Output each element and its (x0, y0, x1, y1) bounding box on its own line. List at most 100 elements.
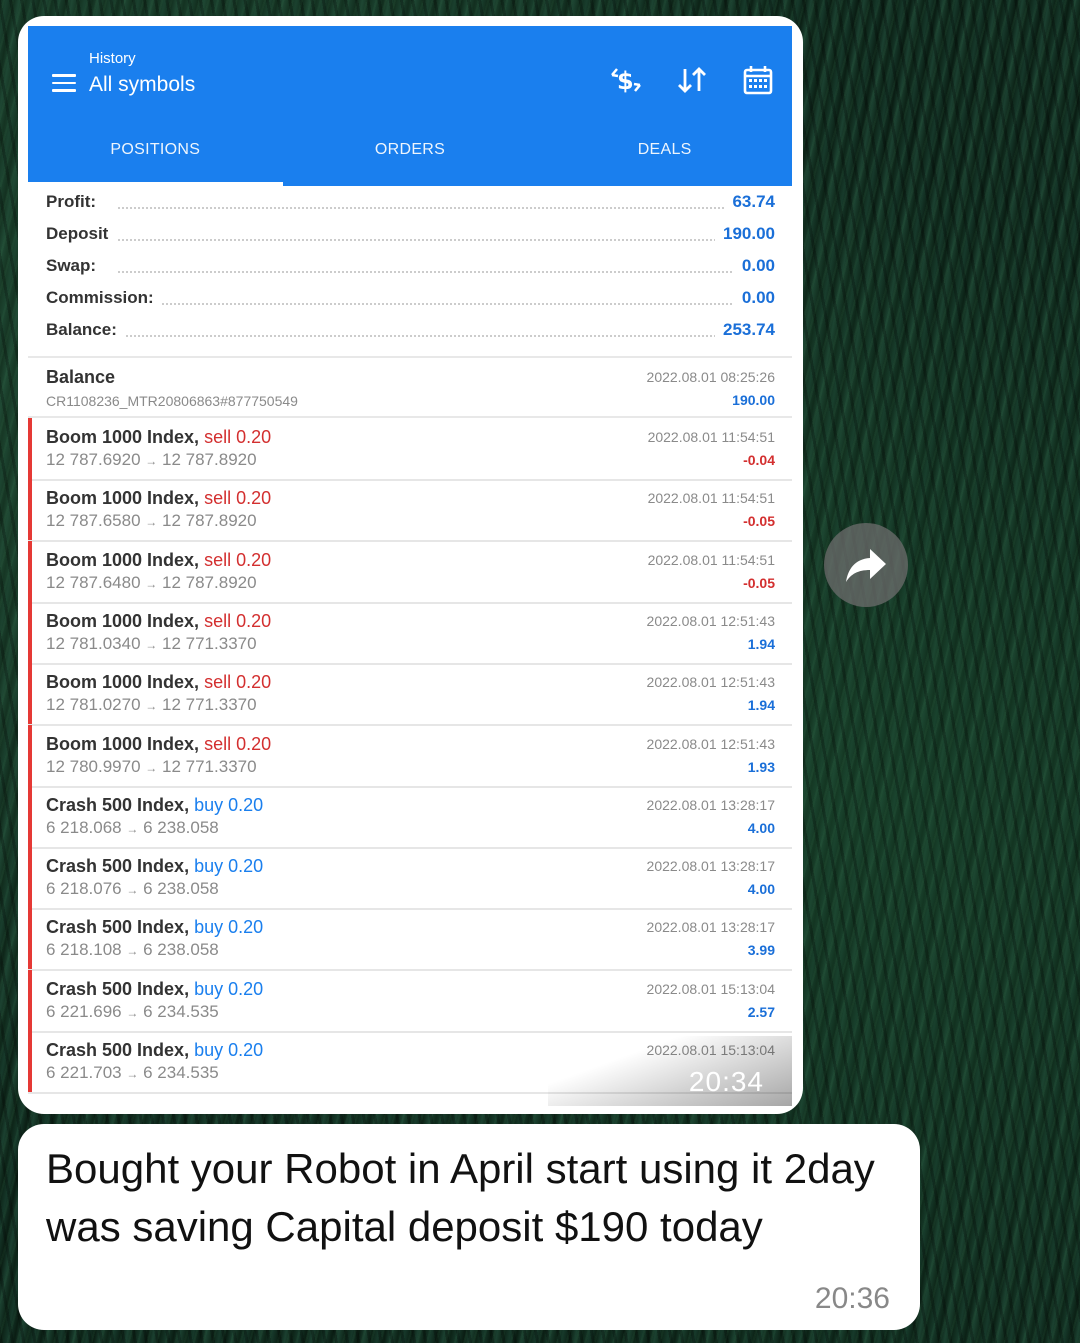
position-row[interactable]: Crash 500 Index, buy 0.20 6 218.068 → 6 2… (28, 785, 792, 849)
position-date: 2022.08.01 13:28:17 (646, 858, 775, 875)
position-profit: 3.99 (747, 942, 775, 959)
position-title: Boom 1000 Index, sell 0.20 (46, 427, 271, 448)
position-date: 2022.08.01 11:54:51 (647, 490, 775, 507)
position-side-bar (28, 847, 32, 909)
summary-value: 190.00 (715, 224, 775, 244)
position-title: Boom 1000 Index, sell 0.20 (46, 734, 271, 755)
arrow-right-icon: → (145, 699, 158, 714)
position-title: Boom 1000 Index, sell 0.20 (46, 611, 271, 632)
position-symbol: Crash 500 Index, (46, 917, 190, 938)
forward-button[interactable] (824, 523, 908, 607)
position-side-bar (28, 601, 32, 663)
position-date: 2022.08.01 13:28:17 (646, 919, 775, 936)
position-title: Boom 1000 Index, sell 0.20 (46, 488, 271, 509)
position-profit: -0.05 (743, 574, 775, 591)
arrow-right-icon: → (145, 576, 158, 591)
summary-profit: Profit: 63.74 (28, 192, 792, 224)
position-prices: 12 780.9970 → 12 771.3370 (46, 757, 257, 777)
position-prices: 6 218.108 → 6 238.058 (46, 940, 219, 960)
close-price: 6 238.058 (143, 879, 219, 899)
open-price: 12 781.0340 (46, 633, 141, 653)
close-price: 12 787.8920 (162, 572, 257, 592)
position-profit: 4.00 (747, 881, 775, 898)
balance-entry-date: 2022.08.01 08:25:26 (646, 369, 775, 385)
position-side: sell 0.20 (204, 610, 272, 631)
account-summary: Profit: 63.74 Deposit 190.00 Swap: 0.00 Com… (28, 192, 792, 352)
position-symbol: Boom 1000 Index, (46, 733, 200, 754)
summary-label: Deposit (46, 224, 117, 244)
position-row[interactable]: Boom 1000 Index, sell 0.20 12 781.0270 → … (28, 663, 792, 727)
position-title: Boom 1000 Index, sell 0.20 (46, 550, 271, 571)
position-side: sell 0.20 (204, 427, 272, 447)
balance-entry[interactable]: Balance CR1108236_MTR20806863#877750549 … (28, 358, 792, 416)
position-row[interactable]: Boom 1000 Index, sell 0.20 12 787.6480 → … (28, 540, 792, 604)
open-price: 6 218.108 (46, 940, 122, 960)
position-side-bar (28, 418, 32, 479)
currency-exchange-icon[interactable]: $ (606, 60, 646, 100)
summary-label: Commission: (46, 288, 162, 308)
position-profit: -0.05 (743, 513, 775, 530)
text-message-bubble[interactable]: Bought your Robot in April start using i… (18, 1124, 920, 1330)
summary-swap: Swap: 0.00 (28, 256, 792, 288)
position-side: sell 0.20 (204, 488, 272, 509)
summary-deposit: Deposit 190.00 (28, 224, 792, 256)
position-title: Boom 1000 Index, sell 0.20 (46, 672, 271, 693)
position-row[interactable]: Crash 500 Index, buy 0.20 6 221.696 → 6 2… (28, 969, 792, 1033)
arrow-right-icon: → (126, 1005, 139, 1020)
message-timestamp: 20:36 (814, 1282, 890, 1315)
position-side-bar (28, 969, 32, 1031)
tab-deals[interactable]: DEALS (537, 114, 792, 186)
position-side: buy 0.20 (194, 856, 264, 877)
hamburger-menu-icon[interactable] (52, 74, 76, 92)
arrow-right-icon: → (126, 944, 139, 959)
position-row[interactable]: Boom 1000 Index, sell 0.20 12 780.9970 → … (28, 724, 792, 788)
position-prices: 12 787.6580 → 12 787.8920 (46, 511, 257, 531)
open-price: 6 221.703 (46, 1063, 122, 1082)
position-prices: 12 787.6480 → 12 787.8920 (46, 573, 257, 593)
position-prices: 6 221.703 → 6 234.535 (46, 1063, 219, 1083)
balance-entry-comment: CR1108236_MTR20806863#877750549 (46, 393, 298, 409)
position-side-bar (28, 540, 32, 602)
position-prices: 6 218.068 → 6 238.058 (46, 818, 219, 838)
close-price: 12 771.3370 (162, 695, 257, 715)
arrow-right-icon: → (145, 637, 158, 652)
position-symbol: Crash 500 Index, (46, 856, 190, 877)
summary-label: Profit: (46, 192, 105, 212)
app-header: History All symbols $ POSITIONS ORDERS D… (28, 26, 792, 186)
tab-positions[interactable]: POSITIONS (28, 114, 283, 186)
position-date: 2022.08.01 13:28:17 (646, 796, 775, 813)
position-side: buy 0.20 (194, 917, 264, 938)
forward-arrow-icon (846, 549, 886, 582)
position-row[interactable]: Crash 500 Index, buy 0.20 6 218.108 → 6 2… (28, 908, 792, 972)
calendar-icon[interactable] (738, 60, 778, 100)
position-row[interactable]: Boom 1000 Index, sell 0.20 12 787.6580 → … (28, 479, 792, 543)
position-row[interactable]: Crash 500 Index, buy 0.20 6 218.076 → 6 2… (28, 847, 792, 911)
position-row[interactable]: Boom 1000 Index, sell 0.20 12 787.6920 → … (28, 418, 792, 481)
header-title[interactable]: All symbols (89, 73, 195, 97)
position-title: Crash 500 Index, buy 0.20 (46, 856, 263, 877)
close-price: 6 238.058 (143, 940, 219, 960)
position-row[interactable]: Boom 1000 Index, sell 0.20 12 781.0340 → … (28, 601, 792, 665)
arrow-right-icon: → (126, 821, 139, 836)
summary-label: Swap: (46, 256, 105, 276)
close-price: 12 787.8920 (162, 511, 257, 531)
image-message-bubble[interactable]: History All symbols $ POSITIONS ORDERS D… (18, 16, 803, 1114)
summary-value: 0.00 (733, 288, 775, 308)
position-profit: 1.93 (747, 758, 775, 775)
image-timestamp: 20:34 (688, 1066, 764, 1097)
position-date: 2022.08.01 11:54:51 (647, 551, 775, 568)
sort-icon[interactable] (672, 60, 712, 100)
position-title: Crash 500 Index, buy 0.20 (46, 795, 263, 816)
arrow-right-icon: → (126, 883, 139, 898)
summary-value: 63.74 (724, 192, 775, 212)
arrow-right-icon: → (145, 454, 158, 468)
close-price: 6 234.535 (143, 1063, 219, 1082)
position-side-bar (28, 724, 32, 786)
position-prices: 12 781.0340 → 12 771.3370 (46, 634, 257, 654)
tab-orders[interactable]: ORDERS (283, 114, 538, 186)
position-title: Crash 500 Index, buy 0.20 (46, 979, 263, 1000)
position-symbol: Boom 1000 Index, (46, 610, 200, 631)
position-title: Crash 500 Index, buy 0.20 (46, 917, 263, 938)
arrow-right-icon: → (145, 515, 158, 530)
position-symbol: Crash 500 Index, (46, 1040, 190, 1060)
